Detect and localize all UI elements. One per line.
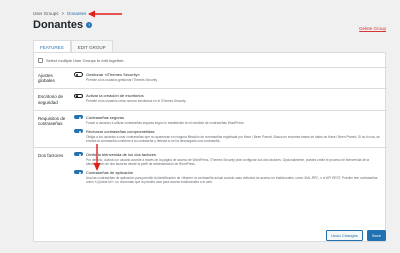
- setting-description: Permite a los usuarios crear nuevos escr…: [86, 99, 187, 104]
- settings-row-passwords: Requisitos de contraseñas Contraseñas se…: [34, 111, 387, 148]
- edit-together-checkbox[interactable]: [38, 58, 43, 63]
- breadcrumb-separator: >: [61, 11, 65, 16]
- setting-title: Contraseñas seguras: [86, 114, 125, 120]
- setting-manage-ithemes: Gestionar «iThemes Security» Permite a l…: [74, 72, 383, 82]
- action-buttons: Undo Changes Save: [326, 230, 386, 241]
- breadcrumb-root[interactable]: User Groups: [33, 11, 59, 16]
- edit-together-label: Select multiple User Groups to edit toge…: [46, 58, 125, 63]
- row-label: Escritorio de seguridad: [38, 94, 64, 105]
- toggle-switch[interactable]: [74, 72, 83, 77]
- setting-description: Permite a los usuarios gestionar iThemes…: [86, 78, 158, 82]
- setting-description: Obliga a los usuarios a usar contraseñas…: [86, 134, 380, 143]
- setting-application-passwords: Contraseñas de aplicación Usa las contra…: [74, 170, 383, 184]
- toggle-switch[interactable]: [74, 151, 83, 157]
- setting-description: Usa las contraseñas de aplicación para p…: [86, 175, 378, 184]
- setting-description: Por defecto, cuando un usuario accede a …: [86, 157, 370, 166]
- row-label: Dos factores: [38, 152, 64, 158]
- setting-refuse-compromised: Rechazar contraseñas comprometidas Oblig…: [74, 129, 383, 143]
- toggle-switch[interactable]: [74, 114, 83, 120]
- breadcrumb: User Groups > Donantes ▼: [33, 11, 92, 16]
- red-arrow-annotation-icon: [93, 144, 101, 171]
- features-panel: Select multiple User Groups to edit toge…: [33, 52, 387, 242]
- toggle-switch[interactable]: [74, 128, 83, 134]
- delete-group-link[interactable]: Delete Group: [359, 26, 386, 31]
- row-label: Ajustes globales: [38, 73, 55, 84]
- settings-row-dashboard: Escritorio de seguridad Activar la creac…: [34, 89, 387, 111]
- row-label: Requisitos de contraseñas: [38, 115, 66, 126]
- undo-changes-button[interactable]: Undo Changes: [326, 230, 363, 241]
- save-button[interactable]: Save: [366, 230, 386, 241]
- edit-together-option[interactable]: Select multiple User Groups to edit toge…: [38, 58, 124, 63]
- setting-title: Gestionar «iThemes Security»: [86, 72, 140, 77]
- toggle-switch[interactable]: [74, 169, 83, 175]
- settings-row-two-factor: Dos factores Omitir la bienvenida de los…: [34, 148, 387, 188]
- setting-title: Rechazar contraseñas comprometidas: [86, 128, 155, 134]
- setting-description: Forzar a usuarios a utilizar contraseñas…: [86, 120, 245, 125]
- settings-table: Ajustes globales Gestionar «iThemes Secu…: [34, 67, 387, 188]
- info-icon[interactable]: i: [86, 22, 93, 28]
- breadcrumb-current-label: Donantes: [67, 11, 87, 16]
- page-title-text: Donantes: [33, 19, 84, 31]
- toggle-switch[interactable]: [74, 93, 83, 99]
- setting-strong-passwords: Contraseñas seguras Forzar a usuarios a …: [74, 115, 383, 125]
- setting-create-dashboards: Activar la creación de escritorios Permi…: [74, 93, 383, 103]
- page-title: Donantes i: [33, 19, 93, 31]
- red-arrow-annotation-icon: [88, 10, 122, 18]
- settings-row-global: Ajustes globales Gestionar «iThemes Secu…: [34, 68, 387, 90]
- setting-title: Activar la creación de escritorios: [86, 93, 144, 99]
- setting-skip-2fa-onboarding: Omitir la bienvenida de los dos factores…: [74, 152, 383, 166]
